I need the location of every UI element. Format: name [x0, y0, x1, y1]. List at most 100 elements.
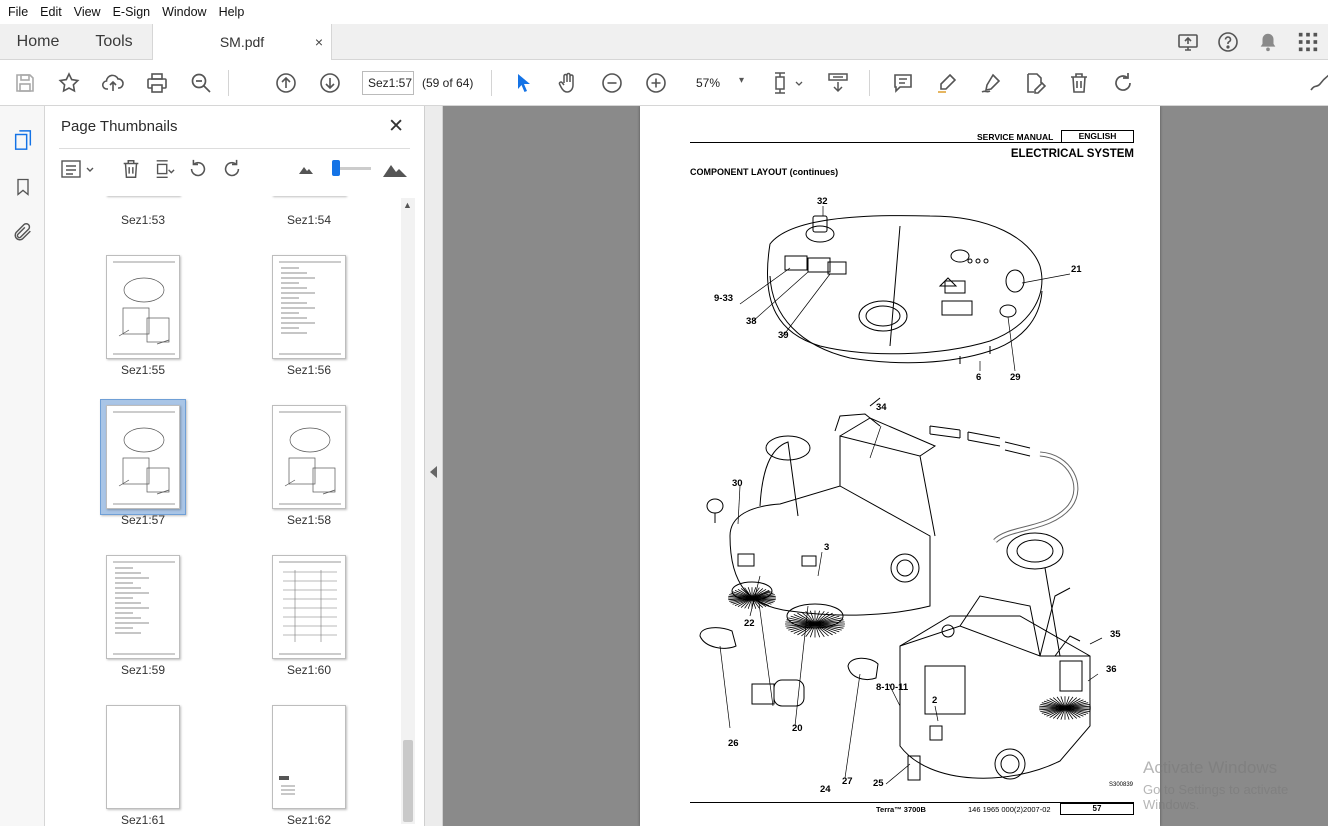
page-thumbnail[interactable] [106, 555, 180, 659]
callout-label: 20 [792, 723, 803, 734]
page-thumbnail[interactable] [272, 405, 346, 509]
scroll-mode-icon[interactable] [824, 69, 852, 97]
page-number-input[interactable]: Sez1:57 [362, 71, 414, 95]
acrobat-window: File Edit View E-Sign Window Help Home T… [0, 0, 1328, 826]
thumbnail-options-menu-icon[interactable] [59, 156, 97, 182]
collapse-panel-arrow-icon[interactable] [430, 466, 437, 478]
highlight-pen-icon[interactable] [933, 69, 961, 97]
page-subtitle: COMPONENT LAYOUT (continues) [690, 167, 839, 177]
delete-thumbnail-icon[interactable] [118, 156, 144, 182]
callout-label: 9-33 [714, 293, 733, 304]
rotate-clockwise-icon[interactable] [1109, 69, 1137, 97]
callout-label: 26 [728, 738, 739, 749]
next-page-icon[interactable] [316, 69, 344, 97]
scrollbar-thumb[interactable] [403, 740, 413, 822]
panel-splitter[interactable] [425, 106, 443, 826]
bookmarks-icon[interactable] [10, 174, 36, 200]
page-thumbnail[interactable] [272, 705, 346, 809]
thumbnail-label: Sez1:56 [286, 363, 332, 377]
thumbnail-label: Sez1:58 [286, 513, 332, 527]
chevron-down-icon: ▾ [738, 75, 744, 86]
activation-watermark-title: Activate Windows [1143, 758, 1278, 777]
zoom-level-dropdown[interactable]: 57% ▾ [686, 71, 748, 95]
tab-document[interactable]: SM.pdf × [152, 24, 332, 60]
close-panel-icon[interactable]: ✕ [388, 115, 404, 138]
callout-label: 32 [817, 196, 828, 207]
share-screen-icon[interactable] [1174, 28, 1202, 56]
notifications-bell-icon[interactable] [1254, 28, 1282, 56]
activation-watermark-subtitle: Go to Settings to activate Windows. [1143, 782, 1289, 812]
menu-esign[interactable]: E-Sign [107, 0, 157, 24]
apps-grid-icon[interactable] [1294, 28, 1322, 56]
menu-view[interactable]: View [68, 0, 107, 24]
zoom-level-value: 57% [696, 76, 721, 90]
rotate-counterclockwise-icon[interactable] [185, 156, 211, 182]
hand-pan-icon[interactable] [554, 69, 582, 97]
callout-label: 27 [842, 776, 853, 787]
callout-label: 3 [824, 542, 829, 553]
tab-home[interactable]: Home [0, 24, 76, 59]
draw-pen-icon[interactable] [977, 69, 1005, 97]
page-thumbnail[interactable] [272, 255, 346, 359]
thumbnail-label: Sez1:55 [120, 363, 166, 377]
menu-window[interactable]: Window [156, 0, 212, 24]
help-icon[interactable] [1214, 28, 1242, 56]
callout-label: 6 [976, 372, 981, 383]
callout-label: 24 [820, 784, 831, 795]
attachments-paperclip-icon[interactable] [10, 219, 36, 245]
tab-tools[interactable]: Tools [76, 24, 152, 59]
bookmark-star-icon[interactable] [55, 69, 83, 97]
previous-page-icon[interactable] [272, 69, 300, 97]
page-thumbnail[interactable] [106, 705, 180, 809]
page-thumbnail[interactable] [272, 555, 346, 659]
thumbnail-list: Sez1:53 Sez1:54 Sez1:55 Sez1:56 Sez1:57 Sez1:… [59, 196, 401, 826]
comment-icon[interactable] [889, 69, 917, 97]
footer-page-number: 57 [1060, 803, 1134, 815]
callout-label: 38 [746, 316, 757, 327]
page-thumbnails-icon[interactable] [10, 127, 36, 153]
page-fit-icon[interactable] [768, 69, 806, 97]
footer-model: Terra™ 3700B [876, 805, 926, 814]
thumbnail-smaller-icon[interactable] [293, 156, 319, 182]
close-tab-icon[interactable]: × [315, 34, 323, 50]
rotate-clockwise-thumb-icon[interactable] [219, 156, 245, 182]
thumbnail-label: Sez1:61 [120, 813, 166, 826]
thumbnail-label: Sez1:60 [286, 663, 332, 677]
thumbnail-label: Sez1:54 [286, 213, 332, 227]
page-thumbnails-panel: Page Thumbnails ✕ Sez1:53 Sez1:54 Sez1:55 S… [45, 106, 425, 826]
drawing-reference-code: S300839 [1109, 782, 1134, 788]
sign-tool-icon[interactable] [1306, 69, 1328, 97]
insert-page-icon[interactable] [151, 156, 177, 182]
save-icon[interactable] [11, 69, 39, 97]
callout-label: 8-10-11 [876, 682, 909, 693]
zoom-out-icon[interactable] [598, 69, 626, 97]
print-icon[interactable] [143, 69, 171, 97]
thumbnail-size-slider-handle[interactable] [332, 160, 340, 176]
menu-file[interactable]: File [2, 0, 34, 24]
edit-text-icon[interactable] [1021, 69, 1049, 97]
menu-edit[interactable]: Edit [34, 0, 68, 24]
thumbnail-scrollbar[interactable]: ▲ [401, 198, 415, 824]
callout-label: 36 [1106, 664, 1117, 675]
callout-label: 30 [732, 478, 743, 489]
delete-page-icon[interactable] [1065, 69, 1093, 97]
zoom-in-icon[interactable] [642, 69, 670, 97]
thumbnail-label: Sez1:53 [120, 213, 166, 227]
thumbnail-label: Sez1:59 [120, 663, 166, 677]
thumbnail-larger-icon[interactable] [382, 156, 408, 182]
callout-label: 39 [778, 330, 789, 341]
page-thumbnail[interactable] [106, 405, 180, 509]
footer-document-code: 146 1965 000(2)2007-02 [968, 805, 1051, 814]
upload-cloud-icon[interactable] [99, 69, 127, 97]
service-manual-label: SERVICE MANUAL [977, 132, 1054, 142]
menu-help[interactable]: Help [213, 0, 251, 24]
main-toolbar: Sez1:57 (59 of 64) 57% ▾ [0, 60, 1328, 106]
find-zoom-icon[interactable] [187, 69, 215, 97]
select-cursor-icon[interactable] [510, 69, 538, 97]
panel-title: Page Thumbnails [61, 118, 178, 135]
page-thumbnail[interactable] [106, 255, 180, 359]
scroll-up-arrow-icon[interactable]: ▲ [403, 200, 412, 210]
callout-label: 21 [1071, 264, 1082, 275]
section-title: ELECTRICAL SYSTEM [1010, 148, 1134, 160]
callout-label: 25 [873, 778, 884, 789]
